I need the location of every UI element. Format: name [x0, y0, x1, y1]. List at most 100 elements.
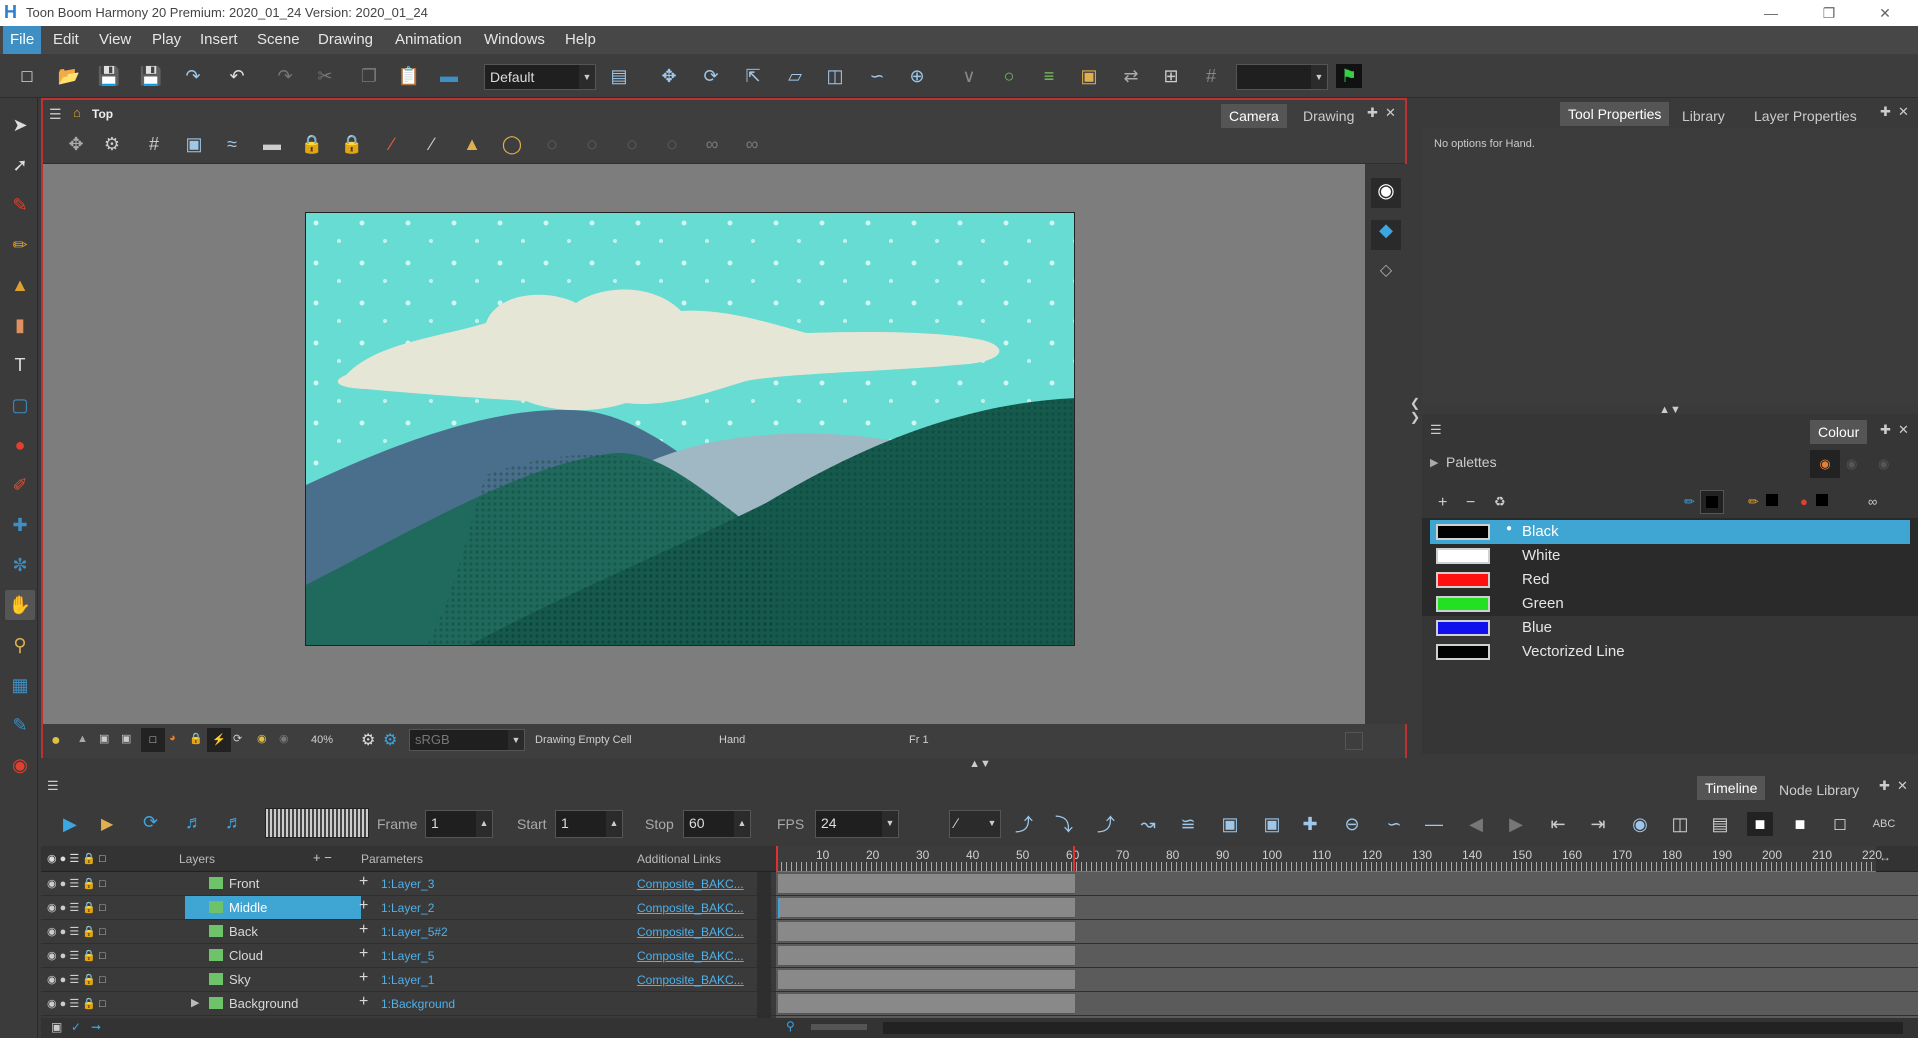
contour-editor-icon[interactable]: ➚ — [5, 150, 35, 180]
zoom-timeline-icon[interactable]: ⚲ — [786, 1019, 795, 1033]
render-icon[interactable]: ◉ — [279, 732, 289, 745]
eraser-tool-icon[interactable]: ▮ — [5, 310, 35, 340]
add-view-icon[interactable]: ✚ — [1367, 105, 1378, 121]
refresh-icon[interactable]: ⟳ — [233, 732, 242, 745]
cutter-tool-icon[interactable]: ✎ — [5, 710, 35, 740]
rotate-icon[interactable]: ⟳ — [698, 64, 724, 88]
exposure-cells-background[interactable] — [778, 994, 1075, 1014]
add-param-icon[interactable]: + — [359, 921, 368, 939]
layer-link[interactable]: Composite_BAKC... — [637, 973, 744, 987]
crop-icon[interactable]: □ — [141, 728, 165, 752]
add-timeline-icon[interactable]: ✚ — [1879, 778, 1890, 794]
exposure-cells-cloud[interactable] — [778, 946, 1075, 966]
menu-view[interactable]: View — [92, 26, 138, 54]
import-icon[interactable]: ↷ — [180, 64, 206, 88]
morph-tool-icon[interactable]: ✼ — [5, 550, 35, 580]
workspace-icon[interactable]: ▬ — [436, 64, 462, 88]
motion-icon[interactable]: ↝ — [1135, 812, 1161, 836]
remove-swatch-icon[interactable]: − — [1466, 494, 1475, 512]
timeline-zoom-slider[interactable] — [811, 1024, 867, 1030]
fps-select[interactable]: 24 ▼ — [815, 810, 899, 838]
blank-cell-icon[interactable]: □ — [1827, 812, 1853, 836]
layer-name[interactable]: Cloud — [229, 948, 263, 963]
column-icon[interactable]: ▤ — [1707, 812, 1733, 836]
disk-1-icon[interactable]: ◌ — [539, 132, 565, 156]
paste-icon[interactable]: 📋 — [396, 64, 422, 88]
mark-icon[interactable]: ▲ — [77, 733, 88, 745]
arrow-small-icon[interactable]: ➞ — [91, 1020, 101, 1034]
menu-scene[interactable]: Scene — [250, 26, 307, 54]
add-param-icon[interactable]: + — [359, 897, 368, 915]
add-param-icon[interactable]: + — [359, 993, 368, 1011]
fill-colour-swatch[interactable] — [1766, 494, 1778, 506]
paint-colour-icon[interactable]: ● — [1800, 494, 1808, 509]
play-selection-icon[interactable]: ▶ — [101, 814, 113, 834]
colour-menu-icon[interactable]: ☰ — [1430, 422, 1442, 438]
disk-2-icon[interactable]: ◌ — [579, 132, 605, 156]
close-timeline-icon[interactable]: ✕ — [1897, 778, 1908, 794]
swatch-black[interactable]: ● Black — [1430, 520, 1910, 544]
tab-layer-properties[interactable]: Layer Properties — [1746, 104, 1865, 128]
exposure-cells-sky[interactable] — [778, 970, 1075, 990]
ruler-zoom-icon[interactable]: ↔ — [1879, 850, 1891, 864]
remove-keyframe-icon[interactable]: ⊖ — [1339, 812, 1365, 836]
menu-file[interactable]: File — [3, 26, 42, 54]
save-icon[interactable]: 💾 — [96, 64, 122, 88]
layer-name[interactable]: Back — [229, 924, 258, 939]
panel-menu-icon[interactable]: ☰ — [49, 106, 62, 123]
redo-icon[interactable]: ↷ — [272, 64, 298, 88]
prev-key-icon[interactable]: ◀ — [1463, 812, 1489, 836]
layers-scrollbar[interactable] — [757, 872, 771, 1018]
key-in-icon[interactable]: ⇤ — [1545, 812, 1571, 836]
eye-icon[interactable]: ◉ — [1371, 178, 1401, 208]
ease-both-icon[interactable]: ⤴ — [1093, 812, 1119, 836]
layer-param[interactable]: 1:Layer_1 — [381, 973, 434, 987]
stamp-tool-icon[interactable]: ▲ — [5, 270, 35, 300]
dropper-tool-icon[interactable]: ✐ — [5, 470, 35, 500]
ease-out-icon[interactable]: ⤵ — [1051, 812, 1077, 836]
canvas-area[interactable] — [43, 164, 1367, 724]
empty-cell-icon[interactable]: ■ — [1787, 812, 1813, 836]
add-param-icon[interactable]: + — [359, 969, 368, 987]
row-toggles-icon[interactable]: ◉ ● ☰ 🔒 □ — [47, 973, 106, 986]
stepper-icon[interactable]: ▲ — [734, 811, 750, 837]
add-layer-header-icon[interactable]: + − — [313, 850, 332, 865]
new-scene-icon[interactable]: □ — [14, 64, 40, 88]
frame-icon[interactable]: ▣ — [99, 732, 109, 745]
onion-skin-icon[interactable]: ≈ — [219, 132, 245, 156]
linear-icon[interactable]: — — [1421, 812, 1447, 836]
play-icon[interactable]: ▶ — [63, 814, 77, 835]
timeline-menu-icon[interactable]: ☰ — [47, 778, 59, 794]
add-panel-icon[interactable]: ✚ — [1880, 104, 1891, 120]
add-param-icon[interactable]: + — [359, 945, 368, 963]
paint-colour-swatch[interactable] — [1816, 494, 1828, 506]
row-toggles-icon[interactable]: ◉ ● ☰ 🔒 □ — [47, 877, 106, 890]
layer-param[interactable]: 1:Layer_2 — [381, 901, 434, 915]
timeline-h-scrollbar[interactable] — [883, 1022, 1903, 1034]
add-swatch-icon[interactable]: + — [1438, 494, 1447, 512]
row-toggles-icon[interactable]: ◉ ● ☰ 🔒 □ — [47, 925, 106, 938]
ease-in-icon[interactable]: ⤴ — [1011, 812, 1037, 836]
lock-icon[interactable]: 🔒 — [299, 132, 325, 156]
rotate-view-icon[interactable]: ✥ — [63, 132, 89, 156]
menu-insert[interactable]: Insert — [193, 26, 245, 54]
expand-group-icon[interactable]: ▶ — [191, 996, 199, 1009]
add-keyframe-icon[interactable]: ✚ — [1297, 812, 1323, 836]
pivot-tool-icon[interactable]: ✚ — [5, 510, 35, 540]
disk-4-icon[interactable]: ◌ — [659, 132, 685, 156]
layer-name[interactable]: Sky — [229, 972, 251, 987]
light-table-icon[interactable]: ▬ — [259, 132, 285, 156]
key-out-icon[interactable]: ⇥ — [1585, 812, 1611, 836]
palette-icon[interactable]: ◉ — [1810, 450, 1840, 478]
align-icon[interactable]: ⇄ — [1118, 64, 1144, 88]
zoom-level[interactable]: 40% — [311, 734, 333, 746]
camera-small-icon[interactable]: ▣ — [51, 1020, 62, 1034]
frame-ruler[interactable]: 10 20 30 40 50 60 70 80 90 100 110 120 1… — [776, 846, 1882, 872]
camera-icon[interactable]: ◉ — [257, 732, 267, 745]
collapse-left-icon[interactable]: ❮ ❯ — [1408, 396, 1422, 446]
tab-timeline[interactable]: Timeline — [1697, 776, 1766, 800]
close-panel-icon[interactable]: ✕ — [1898, 104, 1909, 120]
pencil-tool-icon[interactable]: ✏ — [5, 230, 35, 260]
add-layer-icon[interactable]: ⊞ — [1158, 64, 1184, 88]
pivot-icon[interactable]: ⊕ — [904, 64, 930, 88]
